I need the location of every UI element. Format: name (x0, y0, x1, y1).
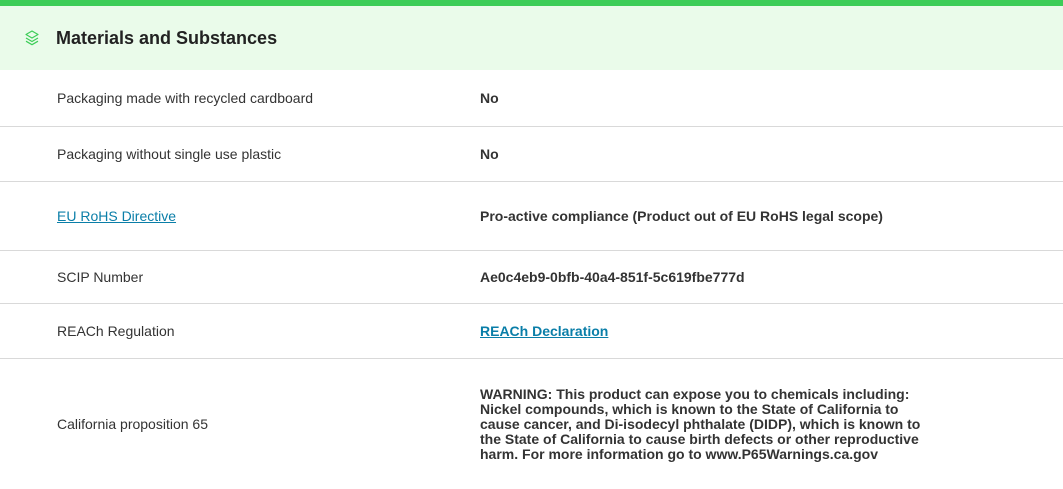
row-value: Ae0c4eb9-0bfb-40a4-851f-5c619fbe777d (480, 268, 745, 285)
row-label: California proposition 65 (57, 416, 208, 432)
row-value: No (480, 89, 499, 106)
row-value: No (480, 145, 499, 162)
prop65-warning-text: WARNING: This product can expose you to … (480, 385, 921, 462)
table-row: REACh Regulation REACh Declaration (0, 304, 1063, 359)
row-value: Pro-active compliance (Product out of EU… (480, 207, 883, 224)
section-header[interactable]: Materials and Substances (0, 6, 1063, 70)
row-label-cell: EU RoHS Directive (0, 182, 480, 250)
section-title: Materials and Substances (56, 27, 278, 48)
row-label: SCIP Number (57, 269, 144, 285)
reach-declaration-link[interactable]: REACh Declaration (480, 323, 608, 339)
table-row: SCIP Number Ae0c4eb9-0bfb-40a4-851f-5c61… (0, 251, 1063, 304)
eu-rohs-directive-link[interactable]: EU RoHS Directive (57, 208, 176, 224)
table-row: Packaging without single use plastic No (0, 127, 1063, 182)
materials-substances-section: Materials and Substances Packaging made … (0, 0, 1063, 489)
layers-icon (24, 30, 40, 46)
row-value-cell: REACh Declaration (480, 304, 1063, 358)
row-label: REACh Regulation (57, 323, 175, 339)
table-row: California proposition 65 WARNING: This … (0, 359, 1063, 489)
table-row: EU RoHS Directive Pro-active compliance … (0, 182, 1063, 251)
row-label: Packaging made with recycled cardboard (57, 90, 314, 106)
table-row: Packaging made with recycled cardboard N… (0, 70, 1063, 127)
row-label: Packaging without single use plastic (57, 146, 282, 162)
attribute-table: Packaging made with recycled cardboard N… (0, 70, 1063, 489)
